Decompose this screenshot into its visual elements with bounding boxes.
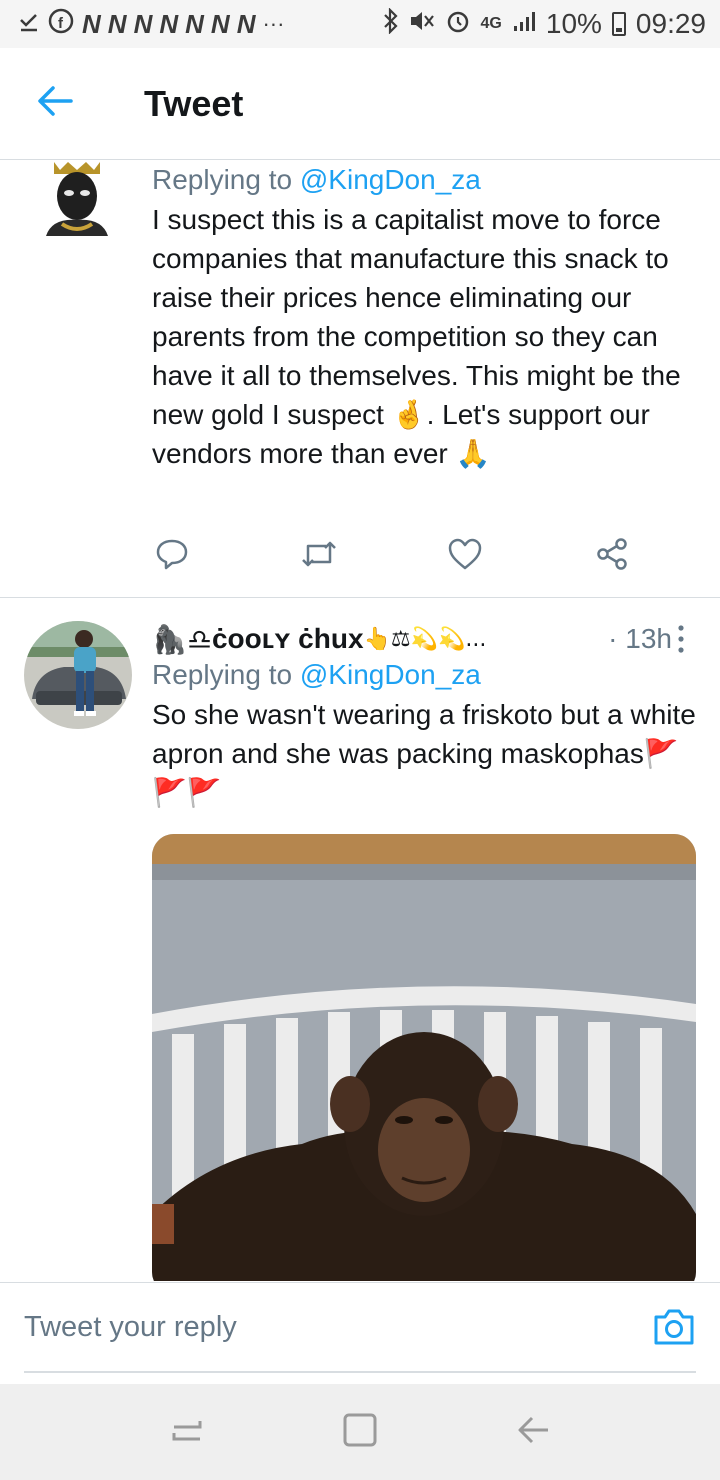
clock: 09:29 bbox=[635, 8, 706, 39]
share-icon bbox=[595, 537, 629, 576]
recents-icon bbox=[170, 1413, 204, 1452]
battery-icon bbox=[611, 12, 626, 36]
battery-percent: 10% bbox=[545, 8, 602, 39]
notification-icon: N bbox=[107, 8, 127, 39]
notification-icon: N bbox=[210, 8, 230, 39]
replying-to-label: Replying to bbox=[152, 659, 300, 690]
tweet-body: 🦍♎ ċooʟʏ ċһux 👆⚖💫💫... · 13h Replying to … bbox=[152, 619, 700, 812]
share-button[interactable] bbox=[592, 536, 632, 576]
folded-hands-emoji: 🙏 bbox=[455, 437, 491, 470]
app-bar: Tweet bbox=[0, 48, 720, 160]
network-type: 4G bbox=[480, 15, 502, 32]
tweet-text-part: So she wasn't wearing a friskoto but a w… bbox=[152, 699, 696, 769]
mention-link[interactable]: @KingDon_za bbox=[300, 659, 481, 690]
reply-composer: Tweet your reply bbox=[0, 1282, 720, 1384]
kebab-menu-icon bbox=[678, 625, 684, 657]
tweet[interactable]: Replying to @KingDon_za I suspect this i… bbox=[0, 160, 720, 598]
status-bar: f N N N N N N N ··· 4G 10% 09:29 bbox=[0, 0, 720, 48]
avatar[interactable] bbox=[42, 160, 112, 236]
retweet-button[interactable] bbox=[299, 536, 339, 576]
notification-icon: N bbox=[133, 8, 153, 39]
more-options-button[interactable] bbox=[678, 625, 684, 658]
tweet-text-part: I suspect this is a capitalist move to f… bbox=[152, 204, 681, 430]
replying-to: Replying to @KingDon_za bbox=[152, 659, 700, 691]
notification-icon: N bbox=[185, 8, 204, 39]
reply-input[interactable]: Tweet your reply bbox=[24, 1283, 696, 1373]
svg-text:f: f bbox=[58, 15, 64, 32]
replying-to-label: Replying to bbox=[152, 164, 300, 195]
signal-icon bbox=[512, 8, 536, 40]
notification-icon: N bbox=[159, 8, 178, 39]
tweet-text: I suspect this is a capitalist move to f… bbox=[152, 200, 712, 473]
mention-link[interactable]: @KingDon_za bbox=[300, 164, 481, 195]
heart-icon bbox=[447, 537, 483, 576]
alarm-icon bbox=[445, 8, 471, 41]
camera-button[interactable] bbox=[652, 1307, 696, 1347]
more-notifications-icon: ··· bbox=[262, 11, 285, 36]
arrow-left-icon bbox=[35, 83, 75, 124]
tweet-text: So she wasn't wearing a friskoto but a w… bbox=[152, 695, 700, 812]
download-done-icon bbox=[18, 9, 40, 40]
status-bar-right: 4G 10% 09:29 bbox=[383, 6, 706, 41]
mute-icon bbox=[409, 8, 435, 40]
name-emoji-suffix: 👆⚖💫💫... bbox=[363, 626, 487, 652]
replying-to: Replying to @KingDon_za bbox=[152, 164, 712, 196]
home-icon bbox=[342, 1412, 378, 1453]
tweet-header: 🦍♎ ċooʟʏ ċһux 👆⚖💫💫... · 13h bbox=[152, 619, 700, 659]
tweet-media[interactable] bbox=[152, 834, 696, 1281]
reply-icon bbox=[155, 537, 189, 576]
tweet-time: · 13h bbox=[608, 623, 672, 654]
retweet-icon bbox=[300, 537, 338, 576]
page-title: Tweet bbox=[144, 82, 244, 124]
system-nav-bar bbox=[0, 1384, 720, 1480]
notification-icon: N bbox=[82, 8, 101, 39]
facebook-icon: f bbox=[48, 8, 74, 41]
camera-icon bbox=[654, 1309, 694, 1345]
home-button[interactable] bbox=[340, 1412, 380, 1452]
avatar[interactable] bbox=[24, 621, 132, 729]
back-button[interactable] bbox=[0, 48, 110, 160]
name-emoji-prefix: 🦍♎ bbox=[152, 622, 212, 656]
reply-button[interactable] bbox=[152, 536, 192, 576]
tweet-actions bbox=[152, 536, 632, 576]
nav-back-icon bbox=[516, 1413, 550, 1452]
like-button[interactable] bbox=[445, 536, 485, 576]
crossed-fingers-emoji: 🤞 bbox=[391, 398, 427, 431]
notification-icon: N bbox=[236, 8, 256, 39]
reply-placeholder: Tweet your reply bbox=[24, 1310, 237, 1343]
tweet[interactable]: 🦍♎ ċooʟʏ ċһux 👆⚖💫💫... · 13h Replying to … bbox=[0, 599, 720, 1281]
display-name[interactable]: ċooʟʏ ċһux bbox=[212, 623, 364, 655]
tweet-body: Replying to @KingDon_za I suspect this i… bbox=[152, 164, 712, 473]
bluetooth-icon bbox=[383, 6, 399, 41]
recents-button[interactable] bbox=[167, 1412, 207, 1452]
back-nav-button[interactable] bbox=[513, 1412, 553, 1452]
status-bar-left: f N N N N N N N ··· bbox=[18, 8, 284, 41]
